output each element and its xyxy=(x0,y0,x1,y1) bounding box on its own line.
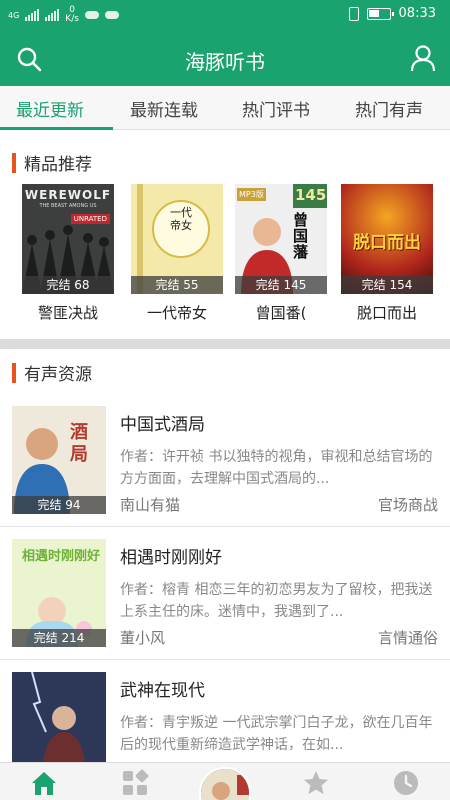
book-status: 完结 68 xyxy=(22,276,114,294)
section-marker xyxy=(12,362,16,383)
tab-hot-audio[interactable]: 热门有声 xyxy=(355,96,423,121)
cover-title: 脱口而出 xyxy=(353,233,421,253)
section-divider xyxy=(0,339,450,349)
recommend-book[interactable]: MP3版 145 曾国藩 完结 145 曾国番( xyxy=(235,184,327,323)
item-description: 作者：青宇叛逆 一代武宗掌门白子龙，欲在几百年后的现代重新缔造武学神话，在如..… xyxy=(120,715,433,753)
item-description: 作者：榕青 相恋三年的初恋男友为了留校，把我送上系主任的床。迷情中，我遇到了..… xyxy=(120,582,433,620)
book-cover: 相遇时刚刚好 完结 214 xyxy=(12,539,106,647)
tab-hot-pingshu[interactable]: 热门评书 xyxy=(242,96,310,121)
book-name: 一代帝女 xyxy=(146,304,207,322)
item-title: 武神在现代 xyxy=(120,681,205,701)
user-icon[interactable] xyxy=(410,44,436,72)
book-cover: MP3版 145 曾国藩 完结 145 xyxy=(235,184,327,294)
book-name: 曾国番( xyxy=(255,304,307,322)
book-cover: 脱口而出 完结 154 xyxy=(341,184,433,294)
player-avatar[interactable] xyxy=(199,767,251,800)
tab-recent-updates[interactable]: 最近更新 xyxy=(16,96,84,121)
book-cover: WEREWOLF THE BEAST AMONG US UNRATED 完结 6… xyxy=(22,184,114,294)
cover-title: WEREWOLF xyxy=(24,188,112,202)
recommend-book[interactable]: 一代帝女 完结 55 一代帝女 xyxy=(131,184,223,323)
cover-title: 酒局 xyxy=(70,422,88,465)
recommend-book[interactable]: WEREWOLF THE BEAST AMONG US UNRATED 完结 6… xyxy=(22,184,114,323)
category-tabs: 最近更新 最新连载 热门评书 热门有声 xyxy=(0,86,450,130)
item-title: 相遇时刚刚好 xyxy=(120,548,222,568)
recommend-book[interactable]: 脱口而出 完结 154 脱口而出 xyxy=(341,184,433,323)
item-author: 南山有猫 xyxy=(120,496,181,514)
clock: 08:33 xyxy=(398,6,436,21)
app-title: 海豚听书 xyxy=(185,50,265,74)
app-bar: 海豚听书 xyxy=(0,32,450,86)
active-tab-indicator xyxy=(0,127,113,130)
signal-icon-2 xyxy=(45,9,60,21)
book-status: 完结 145 xyxy=(235,276,327,294)
cover-title: 一代帝女 xyxy=(170,206,192,232)
cloud-icon xyxy=(104,11,119,19)
tab-new-serial[interactable]: 最新连载 xyxy=(130,96,198,121)
list-item[interactable]: 相遇时刚刚好 完结 214 相遇时刚刚好 作者：榕青 相恋三年的初恋男友为了留校… xyxy=(0,527,450,660)
signal-icon xyxy=(25,9,40,21)
book-status: 完结 55 xyxy=(131,276,223,294)
cloud-icon xyxy=(84,11,99,19)
section-marker xyxy=(12,152,16,173)
book-cover: 酒局 完结 94 xyxy=(12,406,106,514)
star-icon[interactable] xyxy=(302,769,330,797)
item-description: 作者：许开祯 书以独特的视角，审视和总结官场的方方面面，去理解中国式酒局的... xyxy=(120,449,433,487)
cover-tag: MP3版 xyxy=(237,188,266,201)
battery-icon xyxy=(366,7,394,20)
book-name: 脱口而出 xyxy=(356,304,417,322)
cover-tag: UNRATED xyxy=(70,214,110,224)
cover-title: 曾国藩 xyxy=(293,211,309,261)
status-bar: 4G 0 K/s 08:33 xyxy=(0,0,450,32)
item-author: 董小风 xyxy=(120,629,166,647)
network-type: 4G xyxy=(8,10,20,20)
vibrate-icon xyxy=(348,6,359,21)
item-category: 官场商战 xyxy=(377,496,438,514)
list-item[interactable]: 酒局 完结 94 中国式酒局 作者：许开祯 书以独特的视角，审视和总结官场的方方… xyxy=(0,394,450,527)
history-icon[interactable] xyxy=(392,769,420,797)
net-speed: 0 K/s xyxy=(65,5,79,24)
audio-title-text: 有声资源 xyxy=(24,365,92,385)
book-status: 完结 94 xyxy=(12,496,106,514)
cover-title: 相遇时刚刚好 xyxy=(22,549,101,564)
recommend-title-text: 精品推荐 xyxy=(24,155,92,175)
bottom-nav xyxy=(0,762,450,800)
home-icon[interactable] xyxy=(30,769,58,797)
category-icon[interactable] xyxy=(121,769,149,797)
cover-subtitle: THE BEAST AMONG US xyxy=(39,203,97,209)
book-name: 警匪决战 xyxy=(37,304,98,322)
item-category: 言情通俗 xyxy=(377,629,438,647)
recommend-section-title: 精品推荐 xyxy=(12,150,92,175)
book-status: 完结 154 xyxy=(341,276,433,294)
item-title: 中国式酒局 xyxy=(120,415,205,435)
cover-number: 145 xyxy=(295,186,327,204)
book-status: 完结 214 xyxy=(12,629,106,647)
book-cover: 一代帝女 完结 55 xyxy=(131,184,223,294)
audio-section-title: 有声资源 xyxy=(12,360,92,385)
